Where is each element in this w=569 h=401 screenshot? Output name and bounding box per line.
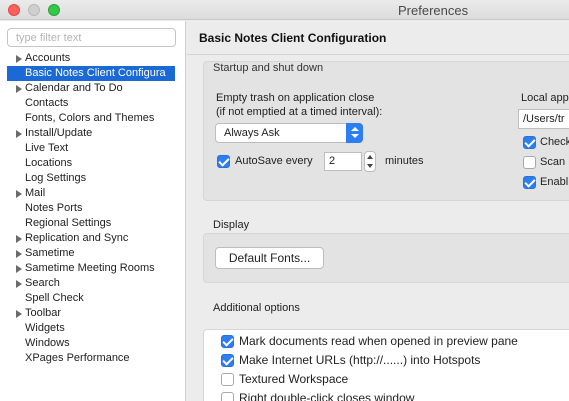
- tree-item-accounts[interactable]: Accounts: [0, 51, 186, 66]
- scan-checkbox[interactable]: [523, 156, 536, 169]
- right-double-click-checkbox[interactable]: [221, 392, 234, 401]
- tree-item-contacts[interactable]: Contacts: [0, 96, 186, 111]
- default-fonts-button[interactable]: Default Fonts...: [215, 247, 324, 269]
- empty-trash-value: Always Ask: [224, 127, 280, 139]
- expand-arrow-icon[interactable]: [16, 130, 22, 138]
- tree-item-locations[interactable]: Locations: [0, 156, 186, 171]
- tree-item-notes-ports[interactable]: Notes Ports: [0, 201, 186, 216]
- local-app-label: Local app: [521, 92, 569, 104]
- close-window-button[interactable]: [8, 4, 20, 16]
- tree-item-sametime[interactable]: Sametime: [0, 246, 186, 261]
- additional-options-label: Additional options: [213, 302, 300, 314]
- expand-arrow-icon[interactable]: [16, 265, 22, 273]
- check-checkbox[interactable]: [523, 136, 536, 149]
- local-path-field[interactable]: /Users/tr: [518, 109, 569, 129]
- startup-group-label: Startup and shut down: [213, 62, 324, 74]
- tree-item-widgets[interactable]: Widgets: [0, 321, 186, 336]
- empty-trash-label: Empty trash on application close: [216, 92, 375, 104]
- tree-item-label: Locations: [25, 157, 73, 169]
- mark-read-label: Mark documents read when opened in previ…: [239, 334, 518, 348]
- tree-item-install-update[interactable]: Install/Update: [0, 126, 186, 141]
- tree-item-label: Notes Ports: [25, 202, 83, 214]
- tree-item-label: Spell Check: [25, 292, 84, 304]
- display-group-label: Display: [213, 219, 250, 231]
- tree-item-replication-and-sync[interactable]: Replication and Sync: [0, 231, 186, 246]
- autosave-stepper[interactable]: [364, 151, 376, 172]
- tree-item-sametime-meeting-rooms[interactable]: Sametime Meeting Rooms: [0, 261, 186, 276]
- tree-item-toolbar[interactable]: Toolbar: [0, 306, 186, 321]
- tree-item-label: Replication and Sync: [25, 232, 129, 244]
- tree-item-calendar-and-to-do[interactable]: Calendar and To Do: [0, 81, 186, 96]
- url-hotspots-label: Make Internet URLs (http://......) into …: [239, 353, 481, 367]
- title-divider: [187, 54, 569, 55]
- expand-arrow-icon[interactable]: [16, 280, 22, 288]
- tree-item-label: Mail: [25, 187, 46, 199]
- tree-item-log-settings[interactable]: Log Settings: [0, 171, 186, 186]
- tree-item-label: Basic Notes Client Configura: [25, 67, 166, 79]
- right-double-click-label: Right double-click closes window: [239, 391, 415, 401]
- tree-item-label: Log Settings: [25, 172, 87, 184]
- textured-workspace-checkbox[interactable]: [221, 373, 234, 386]
- expand-arrow-icon[interactable]: [16, 190, 22, 198]
- expand-arrow-icon[interactable]: [16, 250, 22, 258]
- tree-item-label: Contacts: [25, 97, 69, 109]
- tree-item-label: Calendar and To Do: [25, 82, 123, 94]
- tree-item-label: Regional Settings: [25, 217, 112, 229]
- select-arrows-icon[interactable]: [346, 123, 363, 143]
- tree-item-label: Live Text: [25, 142, 69, 154]
- window-title: Preferences: [398, 3, 469, 18]
- tree-item-regional-settings[interactable]: Regional Settings: [0, 216, 186, 231]
- expand-arrow-icon[interactable]: [16, 85, 22, 93]
- tree-item-mail[interactable]: Mail: [0, 186, 186, 201]
- textured-workspace-label: Textured Workspace: [239, 372, 349, 386]
- url-hotspots-checkbox[interactable]: [221, 354, 234, 367]
- tree-item-label: Windows: [25, 337, 70, 349]
- minimize-window-button[interactable]: [28, 4, 40, 16]
- autosave-unit-label: minutes: [385, 155, 424, 167]
- mark-read-checkbox[interactable]: [221, 335, 234, 348]
- filter-input[interactable]: [7, 28, 176, 47]
- tree-item-basic-notes-client-configuration[interactable]: Basic Notes Client Configura: [7, 66, 175, 81]
- tree-item-label: Accounts: [25, 52, 71, 64]
- expand-arrow-icon[interactable]: [16, 310, 22, 318]
- tree-item-label: Toolbar: [25, 307, 62, 319]
- autosave-label: AutoSave every: [235, 155, 313, 167]
- tree-item-label: XPages Performance: [25, 352, 130, 364]
- tree-item-label: Sametime: [25, 247, 75, 259]
- autosave-checkbox[interactable]: [217, 155, 230, 168]
- tree-item-xpages-performance[interactable]: XPages Performance: [0, 351, 186, 366]
- tree-item-label: Search: [25, 277, 60, 289]
- tree-item-label: Sametime Meeting Rooms: [25, 262, 155, 274]
- tree-item-spell-check[interactable]: Spell Check: [0, 291, 186, 306]
- tree-item-fonts-colors-themes[interactable]: Fonts, Colors and Themes: [0, 111, 186, 126]
- expand-arrow-icon[interactable]: [16, 55, 22, 63]
- autosave-minutes-input[interactable]: 2: [324, 152, 362, 171]
- enable-checkbox[interactable]: [523, 176, 536, 189]
- tree-item-windows[interactable]: Windows: [0, 336, 186, 351]
- empty-trash-sublabel: (if not emptied at a timed interval):: [216, 106, 383, 118]
- preferences-sidebar: Accounts Basic Notes Client Configura Ca…: [0, 21, 186, 401]
- check-label: Check: [540, 136, 569, 148]
- tree-item-live-text[interactable]: Live Text: [0, 141, 186, 156]
- expand-arrow-icon[interactable]: [16, 235, 22, 243]
- title-bar: Preferences: [0, 0, 569, 20]
- zoom-window-button[interactable]: [48, 4, 60, 16]
- preference-page: Basic Notes Client Configuration Startup…: [187, 21, 569, 401]
- tree-item-label: Fonts, Colors and Themes: [25, 112, 155, 124]
- tree-item-label: Install/Update: [25, 127, 93, 139]
- enable-label: Enabl: [540, 176, 569, 188]
- preferences-tree: Accounts Basic Notes Client Configura Ca…: [0, 51, 186, 366]
- tree-item-label: Widgets: [25, 322, 65, 334]
- empty-trash-select[interactable]: Always Ask: [215, 123, 363, 143]
- page-title: Basic Notes Client Configuration: [199, 31, 387, 45]
- scan-label: Scan: [540, 156, 566, 168]
- tree-item-search[interactable]: Search: [0, 276, 186, 291]
